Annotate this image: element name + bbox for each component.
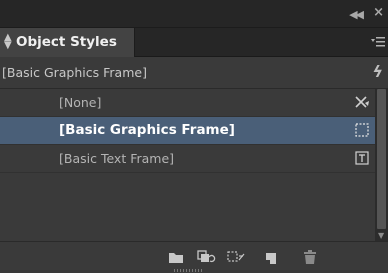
clear-overrides-button[interactable] <box>196 248 216 266</box>
style-row-basic-graphics-frame[interactable]: [Basic Graphics Frame] <box>0 117 375 145</box>
current-style-label: [Basic Graphics Frame] <box>2 65 147 80</box>
style-row-basic-text-frame[interactable]: [Basic Text Frame] <box>0 145 375 173</box>
graphics-frame-icon <box>355 123 369 137</box>
none-style-icon <box>355 96 369 108</box>
tab-object-styles[interactable]: ▲ ▼ Object Styles <box>0 28 135 57</box>
styles-list: [None] [Basic Graphics Frame] [Basic Tex… <box>0 89 375 241</box>
tab-title: Object Styles <box>16 34 117 50</box>
style-row-none[interactable]: [None] <box>0 89 375 117</box>
panel-titlebar: ◀◀ × <box>0 0 388 28</box>
new-group-button[interactable] <box>166 248 186 266</box>
sort-arrows-icon: ▲ ▼ <box>4 32 12 51</box>
scroll-down-arrow-icon[interactable]: ▼ <box>378 231 384 240</box>
trash-icon <box>304 250 316 264</box>
scroll-thumb[interactable] <box>377 89 386 229</box>
style-label: [Basic Text Frame] <box>59 151 175 166</box>
clear-attributes-icon <box>227 251 245 262</box>
clear-overrides-icon <box>197 250 216 263</box>
style-label: [Basic Graphics Frame] <box>59 122 235 138</box>
close-icon[interactable]: × <box>373 5 384 20</box>
folder-icon <box>169 253 183 263</box>
double-chevron-left-icon[interactable]: ◀◀ <box>349 8 364 21</box>
resize-grip[interactable] <box>174 269 204 272</box>
clear-non-defined-button[interactable] <box>226 248 246 266</box>
delete-style-button[interactable] <box>300 248 320 266</box>
new-style-button[interactable] <box>262 248 282 266</box>
list-scrollbar[interactable]: ▼ <box>375 89 388 241</box>
panel-menu-icon[interactable] <box>371 36 385 48</box>
style-label: [None] <box>59 95 102 110</box>
current-style-bar: [Basic Graphics Frame] ϟ <box>0 57 388 89</box>
panel-bottom-toolbar <box>0 241 388 273</box>
text-frame-icon <box>355 151 369 165</box>
lightning-bolt-icon[interactable]: ϟ <box>372 62 383 81</box>
panel-tabstrip: ▲ ▼ Object Styles <box>0 28 388 57</box>
new-style-icon <box>266 253 276 264</box>
